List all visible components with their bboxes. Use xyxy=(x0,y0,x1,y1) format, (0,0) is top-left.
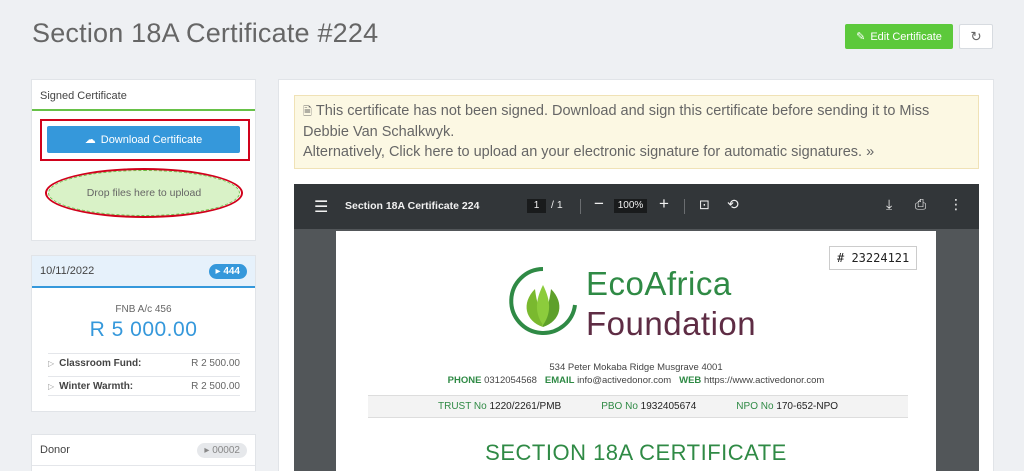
org-contact: PHONE 0312054568 EMAIL info@activedonor.… xyxy=(447,375,825,386)
fit-page-icon[interactable]: ⊡ xyxy=(699,197,710,213)
dropzone-label: Drop files here to upload xyxy=(86,187,202,199)
donor-badge[interactable]: ▸ 00002 xyxy=(197,442,247,458)
page-title: Section 18A Certificate #224 xyxy=(32,18,379,48)
donation-header[interactable]: 10/11/2022 ▸ 444 xyxy=(32,256,255,288)
donation-badge[interactable]: ▸ 444 xyxy=(208,263,247,279)
rotate-icon[interactable]: ⟲ xyxy=(727,196,739,213)
pdf-page: # 23224121 EcoAfrica Foundation 534 Pete… xyxy=(336,231,936,471)
donation-amount: R 5 000.00 xyxy=(89,318,198,341)
edit-certificate-button[interactable]: ✎ Edit Certificate xyxy=(845,24,953,49)
certificate-heading: SECTION 18A CERTIFICATE xyxy=(485,440,787,465)
pencil-icon: ✎ xyxy=(856,31,866,43)
page-number-input[interactable]: 1 xyxy=(527,199,546,213)
zoom-level-input[interactable]: 100% xyxy=(614,199,647,213)
unsigned-alert: 🗎 This certificate has not been signed. D… xyxy=(294,95,979,169)
pdf-toolbar: ☰ Section 18A Certificate 224 1 / 1 − 10… xyxy=(294,184,979,229)
upload-signature-link[interactable]: Alternatively, Click here to upload an y… xyxy=(303,142,970,162)
refresh-button[interactable]: ↻ xyxy=(959,24,993,49)
toolbar-divider xyxy=(684,199,685,214)
upload-dropzone[interactable]: Drop files here to upload xyxy=(48,170,240,216)
more-options-icon[interactable]: ⋮ xyxy=(949,196,963,213)
refresh-icon: ↻ xyxy=(970,28,982,44)
caret-right-icon: ▷ xyxy=(48,359,55,368)
org-name-line1: EcoAfrica xyxy=(586,265,732,302)
download-icon[interactable]: ⤓ xyxy=(886,196,892,213)
print-icon[interactable]: ⎙ xyxy=(915,196,926,213)
registration-numbers: TRUST No 1220/2261/PMB PBO No 1932405674… xyxy=(368,395,908,418)
edit-certificate-label: Edit Certificate xyxy=(870,30,942,43)
document-icon: 🗎 xyxy=(303,106,312,118)
menu-icon[interactable]: ☰ xyxy=(314,197,328,217)
page-total: / 1 xyxy=(551,199,563,211)
donor-card: Donor ▸ 00002 xyxy=(31,434,256,471)
ecoafrica-logo xyxy=(509,267,577,335)
pdf-viewer[interactable]: ☰ Section 18A Certificate 224 1 / 1 − 10… xyxy=(294,184,979,471)
alert-message: This certificate has not been signed. Do… xyxy=(303,103,930,140)
zoom-out-icon[interactable]: − xyxy=(594,194,604,214)
caret-right-icon: ▷ xyxy=(48,381,55,391)
signed-certificate-card: Signed Certificate ☁ Download Certificat… xyxy=(31,79,256,241)
donation-date: 10/11/2022 xyxy=(40,265,95,277)
org-name-line2: Foundation xyxy=(586,305,757,342)
cloud-download-icon: ☁ xyxy=(84,134,96,146)
certificate-number: # 23224121 xyxy=(829,246,918,270)
fund-row-winter[interactable]: ▷ Winter Warmth: R 2 500.00 xyxy=(48,376,240,396)
toolbar-divider xyxy=(580,199,581,214)
donor-header[interactable]: Donor ▸ 00002 xyxy=(32,435,255,466)
zoom-in-icon[interactable]: + xyxy=(659,194,669,214)
fund-row-classroom[interactable]: ▷ Classroom Fund: R 2 500.00 xyxy=(48,353,240,373)
download-certificate-label: Download Certificate xyxy=(100,133,203,146)
pdf-title: Section 18A Certificate 224 xyxy=(345,200,480,212)
org-address: 534 Peter Mokaba Ridge Musgrave 4001 xyxy=(549,362,723,373)
bank-account: FNB A/c 456 xyxy=(115,304,172,315)
donor-heading: Donor xyxy=(40,444,70,456)
signed-certificate-heading: Signed Certificate xyxy=(32,80,255,111)
download-certificate-button[interactable]: ☁ Download Certificate xyxy=(47,126,240,153)
donation-card: 10/11/2022 ▸ 444 FNB A/c 456 R 5 000.00 … xyxy=(31,255,256,412)
